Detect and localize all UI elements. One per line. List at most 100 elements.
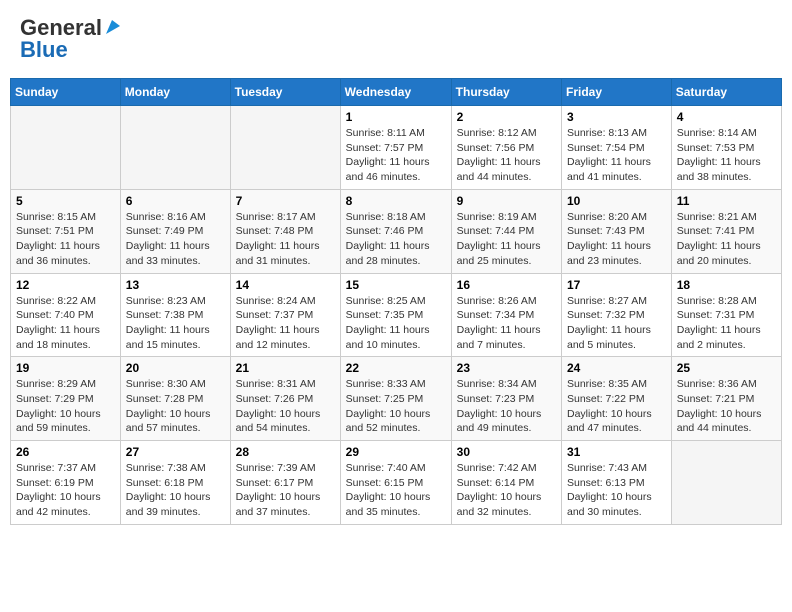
day-number: 5 — [16, 194, 115, 208]
calendar-cell: 5 Sunrise: 8:15 AM Sunset: 7:51 PM Daylig… — [11, 189, 121, 273]
day-info: Sunrise: 8:19 AM Sunset: 7:44 PM Dayligh… — [457, 210, 556, 269]
day-number: 12 — [16, 278, 115, 292]
calendar-cell: 1 Sunrise: 8:11 AM Sunset: 7:57 PM Daylig… — [340, 106, 451, 190]
day-number: 2 — [457, 110, 556, 124]
day-info: Sunrise: 8:16 AM Sunset: 7:49 PM Dayligh… — [126, 210, 225, 269]
calendar-cell — [230, 106, 340, 190]
day-info: Sunrise: 8:11 AM Sunset: 7:57 PM Dayligh… — [346, 126, 446, 185]
weekday-header-monday: Monday — [120, 79, 230, 106]
day-number: 26 — [16, 445, 115, 459]
day-number: 10 — [567, 194, 666, 208]
calendar-cell — [671, 441, 781, 525]
day-number: 18 — [677, 278, 776, 292]
day-number: 11 — [677, 194, 776, 208]
day-number: 3 — [567, 110, 666, 124]
day-number: 14 — [236, 278, 335, 292]
calendar-header: SundayMondayTuesdayWednesdayThursdayFrid… — [11, 79, 782, 106]
calendar-table: SundayMondayTuesdayWednesdayThursdayFrid… — [10, 78, 782, 525]
day-number: 24 — [567, 361, 666, 375]
calendar-week-3: 12Sunrise: 8:22 AM Sunset: 7:40 PM Dayli… — [11, 273, 782, 357]
day-number: 15 — [346, 278, 446, 292]
day-info: Sunrise: 8:12 AM Sunset: 7:56 PM Dayligh… — [457, 126, 556, 185]
calendar-cell: 6 Sunrise: 8:16 AM Sunset: 7:49 PM Daylig… — [120, 189, 230, 273]
day-number: 22 — [346, 361, 446, 375]
calendar-cell: 17 Sunrise: 8:27 AM Sunset: 7:32 PM Dayli… — [562, 273, 672, 357]
calendar-cell: 7 Sunrise: 8:17 AM Sunset: 7:48 PM Daylig… — [230, 189, 340, 273]
day-info: Sunrise: 8:31 AM Sunset: 7:26 PM Dayligh… — [236, 377, 335, 436]
weekday-header-tuesday: Tuesday — [230, 79, 340, 106]
calendar-cell: 9 Sunrise: 8:19 AM Sunset: 7:44 PM Daylig… — [451, 189, 561, 273]
day-info: Sunrise: 8:34 AM Sunset: 7:23 PM Dayligh… — [457, 377, 556, 436]
day-number: 16 — [457, 278, 556, 292]
day-info: Sunrise: 8:30 AM Sunset: 7:28 PM Dayligh… — [126, 377, 225, 436]
day-info: Sunrise: 8:28 AM Sunset: 7:31 PM Dayligh… — [677, 294, 776, 353]
day-number: 29 — [346, 445, 446, 459]
day-info: Sunrise: 8:21 AM Sunset: 7:41 PM Dayligh… — [677, 210, 776, 269]
logo-blue: Blue — [20, 37, 68, 63]
day-info: Sunrise: 8:18 AM Sunset: 7:46 PM Dayligh… — [346, 210, 446, 269]
calendar-cell: 23 Sunrise: 8:34 AM Sunset: 7:23 PM Dayli… — [451, 357, 561, 441]
day-number: 25 — [677, 361, 776, 375]
calendar-week-2: 5 Sunrise: 8:15 AM Sunset: 7:51 PM Daylig… — [11, 189, 782, 273]
calendar-cell: 14 Sunrise: 8:24 AM Sunset: 7:37 PM Dayli… — [230, 273, 340, 357]
calendar-cell: 18 Sunrise: 8:28 AM Sunset: 7:31 PM Dayli… — [671, 273, 781, 357]
calendar-cell: 27 Sunrise: 7:38 AM Sunset: 6:18 PM Dayli… — [120, 441, 230, 525]
day-info: Sunrise: 7:38 AM Sunset: 6:18 PM Dayligh… — [126, 461, 225, 520]
day-info: Sunrise: 7:37 AM Sunset: 6:19 PM Dayligh… — [16, 461, 115, 520]
calendar-cell: 15 Sunrise: 8:25 AM Sunset: 7:35 PM Dayli… — [340, 273, 451, 357]
calendar-week-5: 26 Sunrise: 7:37 AM Sunset: 6:19 PM Dayli… — [11, 441, 782, 525]
calendar-cell: 19Sunrise: 8:29 AM Sunset: 7:29 PM Dayli… — [11, 357, 121, 441]
calendar-cell: 29Sunrise: 7:40 AM Sunset: 6:15 PM Dayli… — [340, 441, 451, 525]
day-number: 13 — [126, 278, 225, 292]
calendar-cell — [120, 106, 230, 190]
day-number: 31 — [567, 445, 666, 459]
day-info: Sunrise: 8:20 AM Sunset: 7:43 PM Dayligh… — [567, 210, 666, 269]
day-number: 30 — [457, 445, 556, 459]
day-number: 21 — [236, 361, 335, 375]
day-info: Sunrise: 8:29 AM Sunset: 7:29 PM Dayligh… — [16, 377, 115, 436]
day-number: 7 — [236, 194, 335, 208]
calendar-week-1: 1 Sunrise: 8:11 AM Sunset: 7:57 PM Daylig… — [11, 106, 782, 190]
day-info: Sunrise: 8:15 AM Sunset: 7:51 PM Dayligh… — [16, 210, 115, 269]
day-info: Sunrise: 8:17 AM Sunset: 7:48 PM Dayligh… — [236, 210, 335, 269]
calendar-week-4: 19Sunrise: 8:29 AM Sunset: 7:29 PM Dayli… — [11, 357, 782, 441]
weekday-header-friday: Friday — [562, 79, 672, 106]
calendar-cell: 31Sunrise: 7:43 AM Sunset: 6:13 PM Dayli… — [562, 441, 672, 525]
day-info: Sunrise: 8:24 AM Sunset: 7:37 PM Dayligh… — [236, 294, 335, 353]
calendar-cell: 12Sunrise: 8:22 AM Sunset: 7:40 PM Dayli… — [11, 273, 121, 357]
weekday-header-thursday: Thursday — [451, 79, 561, 106]
calendar-cell: 11 Sunrise: 8:21 AM Sunset: 7:41 PM Dayli… — [671, 189, 781, 273]
day-number: 17 — [567, 278, 666, 292]
calendar-cell: 28Sunrise: 7:39 AM Sunset: 6:17 PM Dayli… — [230, 441, 340, 525]
day-number: 4 — [677, 110, 776, 124]
day-number: 20 — [126, 361, 225, 375]
day-number: 23 — [457, 361, 556, 375]
calendar-cell: 8Sunrise: 8:18 AM Sunset: 7:46 PM Daylig… — [340, 189, 451, 273]
day-info: Sunrise: 8:33 AM Sunset: 7:25 PM Dayligh… — [346, 377, 446, 436]
calendar-cell: 22 Sunrise: 8:33 AM Sunset: 7:25 PM Dayli… — [340, 357, 451, 441]
calendar-cell: 21 Sunrise: 8:31 AM Sunset: 7:26 PM Dayli… — [230, 357, 340, 441]
day-number: 6 — [126, 194, 225, 208]
calendar-cell: 25 Sunrise: 8:36 AM Sunset: 7:21 PM Dayli… — [671, 357, 781, 441]
calendar-cell: 10 Sunrise: 8:20 AM Sunset: 7:43 PM Dayli… — [562, 189, 672, 273]
calendar-cell: 13Sunrise: 8:23 AM Sunset: 7:38 PM Dayli… — [120, 273, 230, 357]
day-number: 9 — [457, 194, 556, 208]
day-info: Sunrise: 8:25 AM Sunset: 7:35 PM Dayligh… — [346, 294, 446, 353]
calendar-cell: 20 Sunrise: 8:30 AM Sunset: 7:28 PM Dayli… — [120, 357, 230, 441]
calendar-cell: 26 Sunrise: 7:37 AM Sunset: 6:19 PM Dayli… — [11, 441, 121, 525]
day-number: 27 — [126, 445, 225, 459]
weekday-header-wednesday: Wednesday — [340, 79, 451, 106]
logo-arrow-icon — [104, 18, 122, 41]
weekday-header-sunday: Sunday — [11, 79, 121, 106]
calendar-cell: 24 Sunrise: 8:35 AM Sunset: 7:22 PM Dayli… — [562, 357, 672, 441]
day-info: Sunrise: 8:13 AM Sunset: 7:54 PM Dayligh… — [567, 126, 666, 185]
calendar-cell: 2 Sunrise: 8:12 AM Sunset: 7:56 PM Daylig… — [451, 106, 561, 190]
day-info: Sunrise: 8:35 AM Sunset: 7:22 PM Dayligh… — [567, 377, 666, 436]
day-number: 1 — [346, 110, 446, 124]
day-number: 28 — [236, 445, 335, 459]
day-info: Sunrise: 8:36 AM Sunset: 7:21 PM Dayligh… — [677, 377, 776, 436]
day-info: Sunrise: 8:14 AM Sunset: 7:53 PM Dayligh… — [677, 126, 776, 185]
calendar-cell: 3 Sunrise: 8:13 AM Sunset: 7:54 PM Daylig… — [562, 106, 672, 190]
day-info: Sunrise: 8:27 AM Sunset: 7:32 PM Dayligh… — [567, 294, 666, 353]
calendar-cell: 30Sunrise: 7:42 AM Sunset: 6:14 PM Dayli… — [451, 441, 561, 525]
